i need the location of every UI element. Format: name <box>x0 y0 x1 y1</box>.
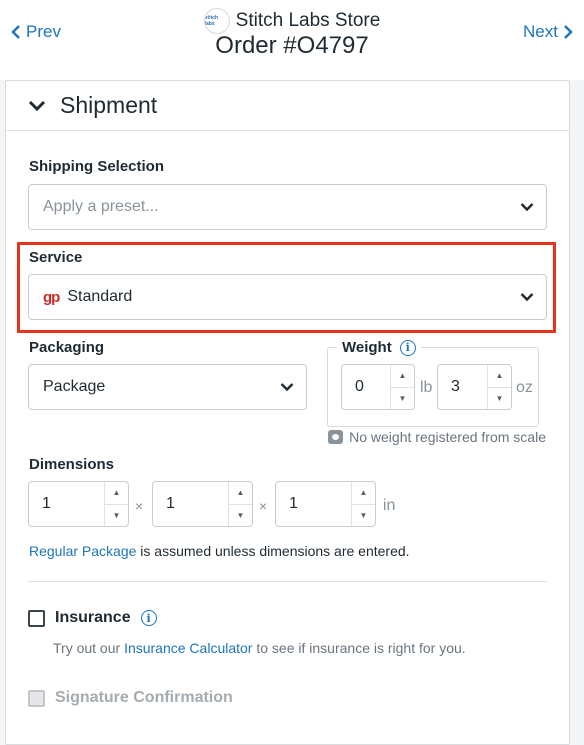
insurance-note-prefix: Try out our <box>53 640 125 656</box>
weight-lb-input[interactable]: 0 ▲ ▼ <box>341 364 415 410</box>
caret-up-icon[interactable]: ▲ <box>229 482 252 505</box>
chevron-right-icon <box>564 25 573 39</box>
weight-label: Weight <box>342 339 392 356</box>
weight-lb-stepper[interactable]: ▲ ▼ <box>390 365 414 409</box>
shipping-preset-select[interactable]: Apply a preset... <box>28 184 547 230</box>
info-icon[interactable]: i <box>399 339 416 356</box>
dimension-height-stepper[interactable]: ▲ ▼ <box>351 482 375 526</box>
caret-down-icon[interactable]: ▼ <box>229 505 252 527</box>
insurance-calculator-link[interactable]: Insurance Calculator <box>124 640 252 656</box>
caret-down-icon[interactable]: ▼ <box>105 505 128 527</box>
scale-note: No weight registered from scale <box>328 429 546 445</box>
dimension-width-stepper[interactable]: ▲ ▼ <box>228 482 252 526</box>
order-title: Order #O4797 <box>215 32 369 59</box>
next-label: Next <box>523 22 558 41</box>
caret-up-icon[interactable]: ▲ <box>105 482 128 505</box>
weight-oz-value: 3 <box>451 378 460 395</box>
insurance-checkbox[interactable] <box>28 609 45 627</box>
chevron-down-icon <box>520 203 534 212</box>
store-logo-icon: stitch labs <box>203 8 230 34</box>
caret-down-icon[interactable]: ▼ <box>352 505 375 527</box>
insurance-label: Insurance <box>55 609 131 626</box>
weight-oz-unit: oz <box>516 379 533 396</box>
weight-lb-value: 0 <box>355 378 364 395</box>
info-icon[interactable]: i <box>140 610 157 626</box>
weight-oz-stepper[interactable]: ▲ ▼ <box>487 365 511 409</box>
times-separator: × <box>259 498 268 514</box>
chevron-down-icon <box>520 293 534 302</box>
top-bar: Prev stitch labs Stitch Labs Store Order… <box>0 0 584 80</box>
dimension-length-value: 1 <box>42 495 51 512</box>
next-button[interactable]: Next <box>523 22 574 42</box>
weight-legend: Weight i <box>337 339 421 356</box>
service-select[interactable]: gp Standard <box>28 274 547 320</box>
dimension-unit: in <box>383 497 396 514</box>
service-value: Standard <box>67 288 133 305</box>
times-separator: × <box>135 498 144 514</box>
dimension-width-input[interactable]: 1 ▲ ▼ <box>152 481 253 527</box>
shipping-preset-placeholder: Apply a preset... <box>43 198 159 215</box>
divider <box>28 581 547 582</box>
dimensions-label: Dimensions <box>29 456 115 473</box>
caret-up-icon[interactable]: ▲ <box>352 482 375 505</box>
packaging-label: Packaging <box>29 339 105 356</box>
dimension-height-value: 1 <box>289 495 298 512</box>
signature-label: Signature Confirmation <box>55 689 233 706</box>
insurance-note: Try out our Insurance Calculator to see … <box>53 640 466 656</box>
dimensions-hint-text: is assumed unless dimensions are entered… <box>136 543 410 559</box>
signature-row: Signature Confirmation <box>28 689 233 707</box>
chevron-down-icon <box>28 100 46 111</box>
weight-oz-input[interactable]: 3 ▲ ▼ <box>437 364 512 410</box>
service-label: Service <box>29 249 83 266</box>
store-line: stitch labs Stitch Labs Store <box>0 8 584 34</box>
dimension-length-stepper[interactable]: ▲ ▼ <box>104 482 128 526</box>
dimension-length-input[interactable]: 1 ▲ ▼ <box>28 481 129 527</box>
scale-icon <box>328 430 344 444</box>
signature-checkbox[interactable] <box>28 689 45 707</box>
chevron-down-icon <box>280 383 294 392</box>
carrier-logo-icon: gp <box>43 288 60 306</box>
caret-down-icon[interactable]: ▼ <box>488 388 511 410</box>
insurance-row: Insurance i <box>28 609 157 627</box>
packaging-value: Package <box>43 378 106 395</box>
store-logo-text: stitch labs <box>204 15 218 27</box>
scale-note-text: No weight registered from scale <box>349 429 546 445</box>
weight-lb-unit: lb <box>420 379 433 396</box>
caret-up-icon[interactable]: ▲ <box>391 365 414 388</box>
dimension-width-value: 1 <box>166 495 175 512</box>
insurance-note-suffix: to see if insurance is right for you. <box>252 640 466 656</box>
shipping-selection-label: Shipping Selection <box>29 158 165 175</box>
packaging-select[interactable]: Package <box>28 364 307 410</box>
store-name: Stitch Labs Store <box>235 10 381 31</box>
dimensions-hint: Regular Package is assumed unless dimens… <box>29 543 410 559</box>
caret-down-icon[interactable]: ▼ <box>391 388 414 410</box>
caret-up-icon[interactable]: ▲ <box>488 365 511 388</box>
regular-package-link[interactable]: Regular Package <box>29 543 136 559</box>
shipment-header[interactable]: Shipment <box>6 81 569 131</box>
dimension-height-input[interactable]: 1 ▲ ▼ <box>275 481 376 527</box>
section-title: Shipment <box>60 92 158 118</box>
